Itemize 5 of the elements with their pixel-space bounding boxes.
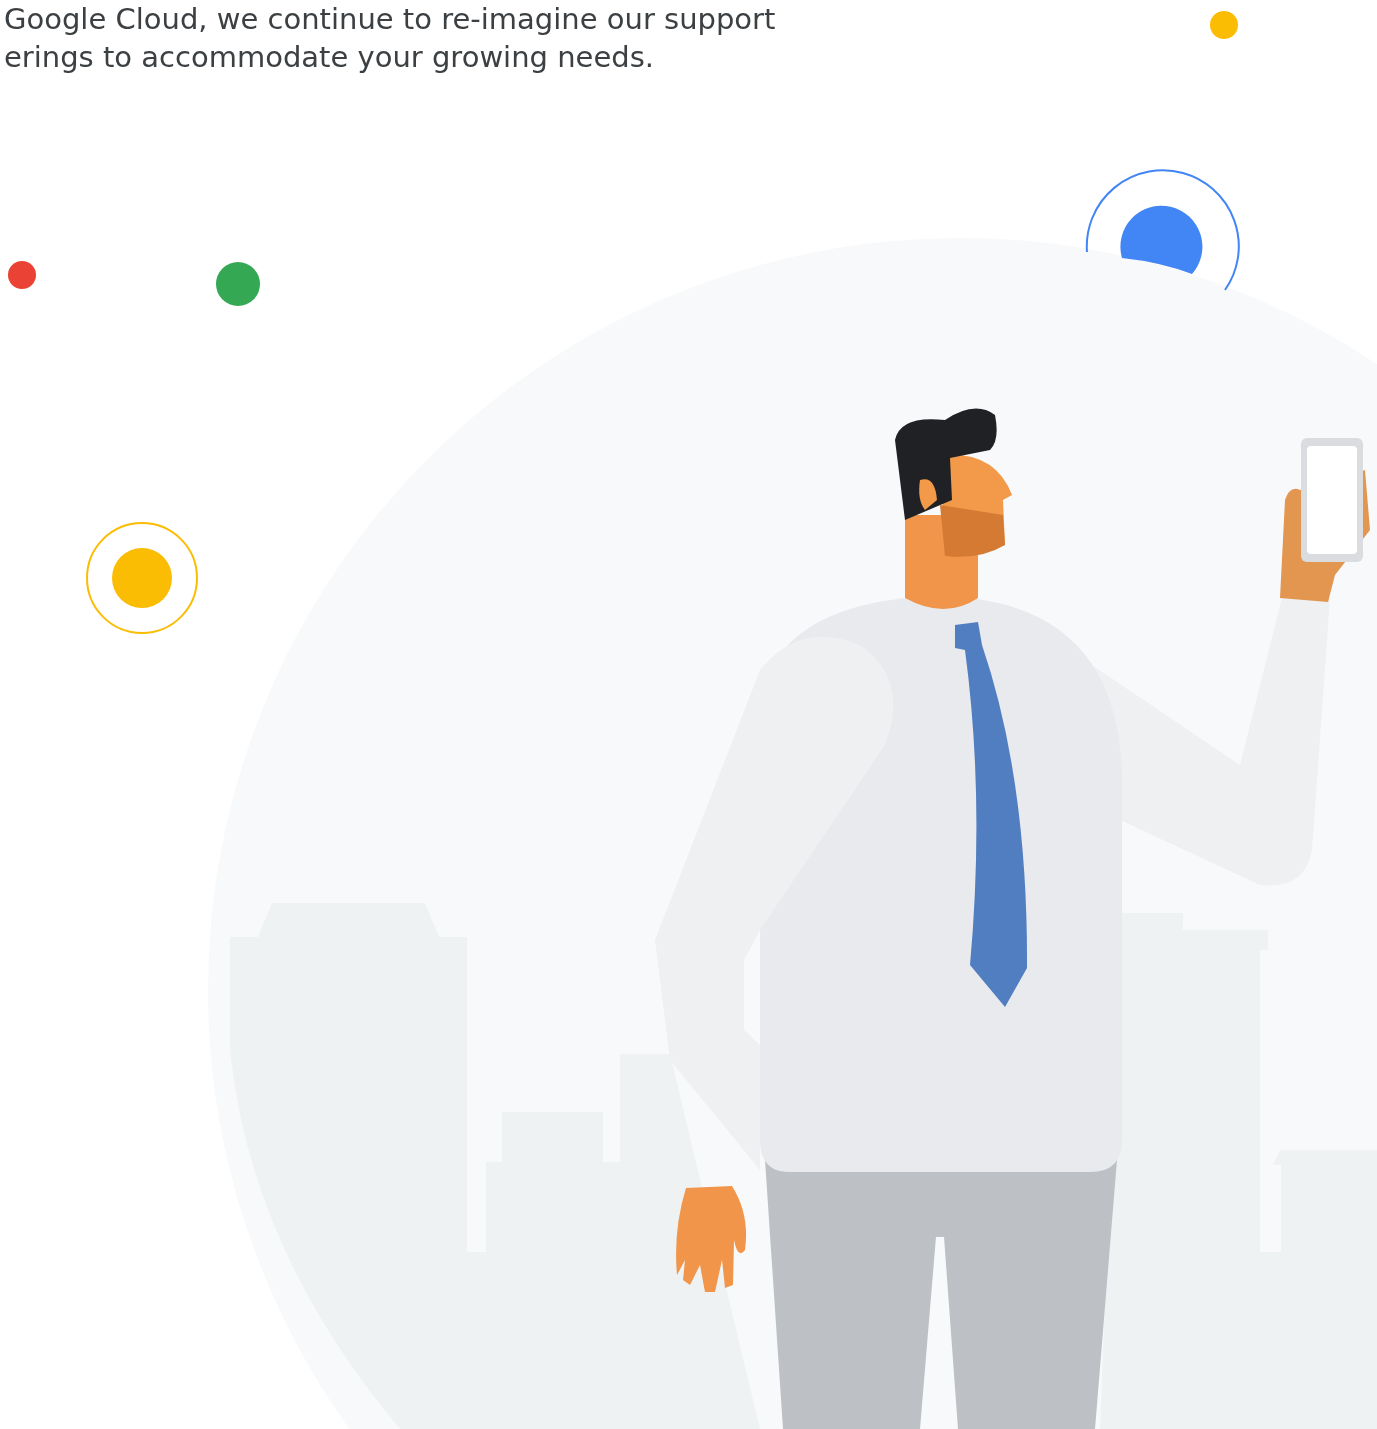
- decorative-dot: [8, 261, 36, 289]
- intro-text-line: erings to accommodate your growing needs.: [4, 39, 655, 76]
- decorative-dot: [216, 262, 260, 306]
- decorative-dot: [1210, 11, 1238, 39]
- intro-text-line: Google Cloud, we continue to re-imagine our support: [4, 1, 776, 38]
